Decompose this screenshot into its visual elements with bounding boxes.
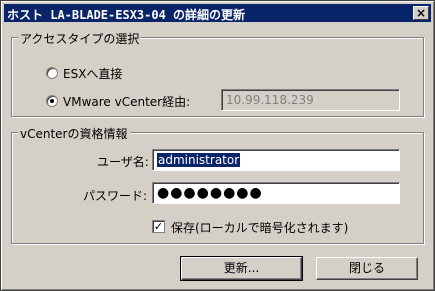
password-label: パスワード: bbox=[83, 189, 148, 203]
credentials-legend: vCenterの資格情報 bbox=[18, 125, 130, 142]
password-value: ●●●●●●●● bbox=[157, 185, 263, 201]
password-input[interactable]: ●●●●●●●● bbox=[152, 182, 400, 204]
username-value: administrator bbox=[157, 153, 241, 167]
title-bar[interactable]: ホスト LA-BLADE-ESX3-04 の詳細の更新 × bbox=[4, 4, 431, 22]
close-button[interactable]: 閉じる bbox=[316, 257, 418, 280]
vcenter-address-input[interactable]: 10.99.118.239 bbox=[221, 89, 400, 111]
window-title: ホスト LA-BLADE-ESX3-04 の詳細の更新 bbox=[7, 8, 246, 22]
close-icon[interactable]: × bbox=[413, 6, 429, 20]
dialog-window: ホスト LA-BLADE-ESX3-04 の詳細の更新 × アクセスタイプの選択… bbox=[0, 0, 435, 291]
update-button[interactable]: 更新... bbox=[180, 256, 303, 281]
save-credentials-checkbox[interactable]: ✓ bbox=[152, 220, 165, 233]
radio-direct-esx-label[interactable]: ESXへ直接 bbox=[63, 65, 122, 82]
username-input[interactable]: administrator bbox=[152, 149, 400, 171]
access-type-legend: アクセスタイプの選択 bbox=[18, 30, 142, 47]
save-credentials-label[interactable]: 保存(ローカルで暗号化されます) bbox=[171, 219, 348, 236]
radio-direct-esx[interactable] bbox=[46, 67, 58, 79]
radio-vcenter[interactable] bbox=[46, 95, 58, 107]
radio-vcenter-label[interactable]: VMware vCenter経由: bbox=[63, 93, 190, 110]
username-label: ユーザ名: bbox=[97, 155, 149, 169]
